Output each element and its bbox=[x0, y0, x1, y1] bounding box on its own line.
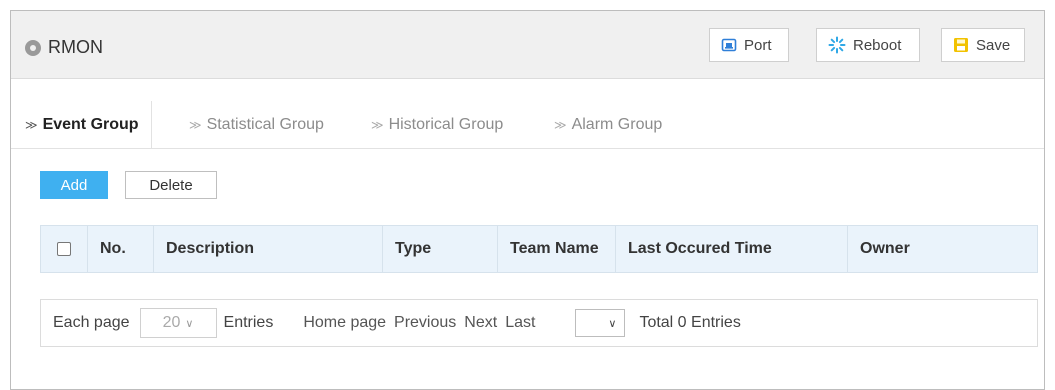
save-icon bbox=[953, 37, 969, 53]
column-header-no[interactable]: No. bbox=[88, 226, 154, 272]
tab-label: Alarm Group bbox=[571, 116, 663, 133]
entries-label: Entries bbox=[223, 314, 274, 331]
select-all-checkbox[interactable] bbox=[57, 242, 71, 256]
add-button[interactable]: Add bbox=[40, 171, 108, 199]
reboot-button[interactable]: Reboot bbox=[816, 28, 920, 62]
tab-alarm-group[interactable]: ≫ Alarm Group bbox=[554, 101, 662, 149]
tab-label: Historical Group bbox=[388, 116, 504, 133]
chevron-right-icon: ≫ bbox=[554, 118, 567, 132]
chevron-right-icon: ≫ bbox=[371, 118, 384, 132]
chevron-right-icon: ≫ bbox=[25, 118, 38, 132]
tab-label: Statistical Group bbox=[206, 116, 324, 133]
port-button-label: Port bbox=[744, 36, 772, 54]
column-header-owner[interactable]: Owner bbox=[848, 226, 1037, 272]
reboot-button-label: Reboot bbox=[853, 36, 902, 54]
header-bar: RMON Port Reboot Save bbox=[11, 11, 1044, 79]
chevron-down-icon: ∨ bbox=[185, 317, 194, 330]
total-entries-label: Total 0 Entries bbox=[639, 314, 741, 331]
pagination-bar: Each page 20 ∨ Entries Home page Previou… bbox=[40, 299, 1038, 347]
save-button-label: Save bbox=[976, 36, 1011, 54]
each-page-label: Each page bbox=[53, 314, 130, 331]
page-title-text: RMON bbox=[48, 37, 103, 57]
group-tabs: ≫ Event Group ≫ Statistical Group ≫ Hist… bbox=[11, 101, 1044, 149]
rmon-panel: RMON Port Reboot Save ≫ Event Group ≫ St… bbox=[10, 10, 1045, 390]
chevron-right-icon: ≫ bbox=[189, 118, 202, 132]
port-button[interactable]: Port bbox=[709, 28, 789, 62]
page-title: RMON bbox=[25, 37, 103, 58]
previous-page-link[interactable]: Previous bbox=[394, 314, 456, 332]
save-button[interactable]: Save bbox=[941, 28, 1025, 62]
column-header-last-occured-time[interactable]: Last Occured Time bbox=[616, 226, 848, 272]
select-all-cell bbox=[41, 226, 88, 272]
chevron-down-icon: ∨ bbox=[608, 317, 617, 330]
page-size-select[interactable]: 20 ∨ bbox=[139, 308, 217, 338]
tab-historical-group[interactable]: ≫ Historical Group bbox=[371, 101, 503, 149]
last-page-link[interactable]: Last bbox=[505, 314, 535, 332]
delete-button[interactable]: Delete bbox=[125, 171, 217, 199]
home-page-link[interactable]: Home page bbox=[303, 314, 386, 332]
next-page-link[interactable]: Next bbox=[464, 314, 497, 332]
port-icon bbox=[721, 37, 737, 53]
tab-label: Event Group bbox=[42, 116, 139, 133]
page-jump-select[interactable]: ∨ bbox=[575, 309, 626, 337]
page-size-value: 20 bbox=[162, 314, 181, 331]
tab-statistical-group[interactable]: ≫ Statistical Group bbox=[189, 101, 324, 149]
column-header-description[interactable]: Description bbox=[154, 226, 383, 272]
table-header: No. Description Type Team Name Last Occu… bbox=[40, 225, 1038, 273]
column-header-team-name[interactable]: Team Name bbox=[498, 226, 616, 272]
status-dot-icon bbox=[25, 39, 41, 56]
reboot-icon bbox=[828, 36, 846, 54]
tab-event-group[interactable]: ≫ Event Group bbox=[25, 101, 152, 149]
column-header-type[interactable]: Type bbox=[383, 226, 498, 272]
